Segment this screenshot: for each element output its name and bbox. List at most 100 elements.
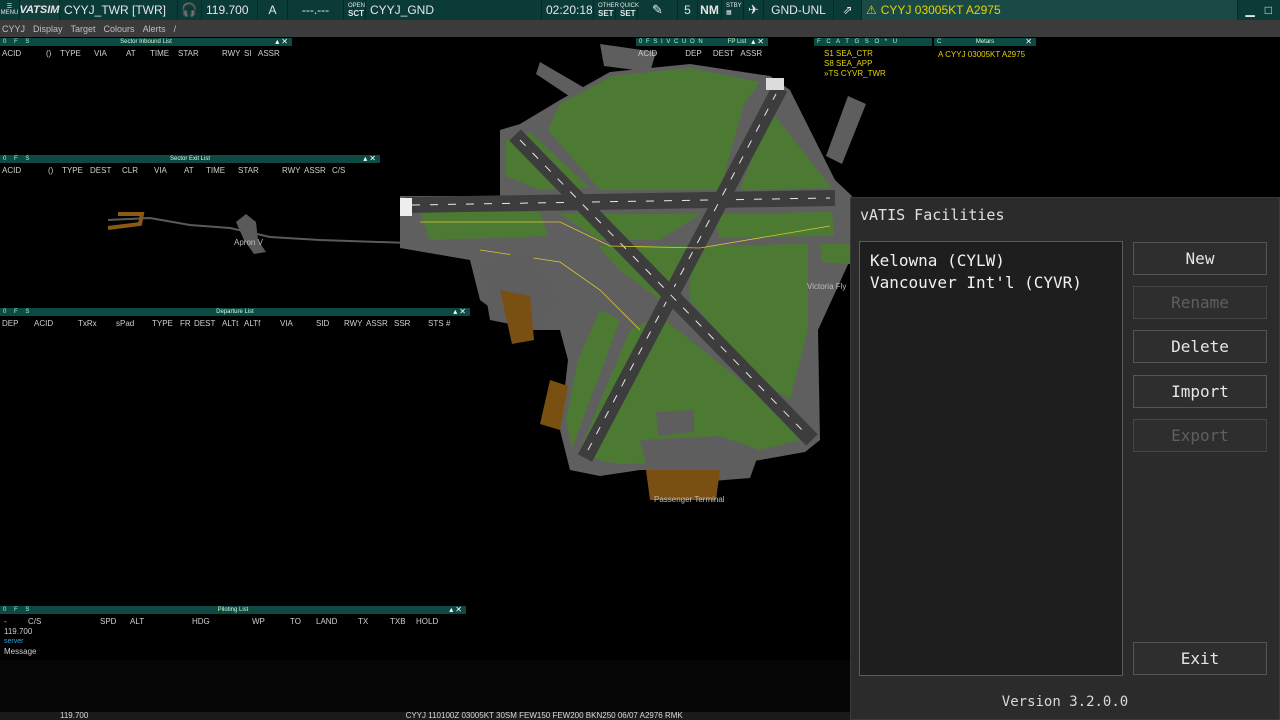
- vatsim-logo: VATSIM: [20, 0, 60, 20]
- close-icon[interactable]: ▴✕: [275, 37, 290, 46]
- fp-title-bar[interactable]: 0 F S I V C U O N FP List ▴✕: [636, 37, 768, 46]
- sector-inbound-list: 0 F S Sector Inbound List ▴✕ ACID () TYP…: [0, 37, 292, 58]
- controller-flags[interactable]: F C A T G S O * U: [814, 39, 899, 45]
- fp-flags[interactable]: 0 F S I V C U O N: [636, 39, 704, 45]
- close-icon[interactable]: ▴✕: [363, 154, 378, 163]
- grass-west-strip: [420, 212, 548, 240]
- clock: 02:20:18: [542, 0, 594, 20]
- menu-bar: CYYJ Display Target Colours Alerts /: [0, 20, 1280, 37]
- facility-item-vancouver[interactable]: Vancouver Int'l (CYVR): [870, 272, 1112, 294]
- open-sct-label: OPEN SCT: [344, 0, 366, 20]
- piloting-server: server: [4, 638, 24, 645]
- sector-exit-list: 0 F S Sector Exit List ▴✕ ACID () TYPE D…: [0, 154, 380, 175]
- close-icon[interactable]: ▴✕: [453, 307, 468, 316]
- apron-v-building: [236, 214, 266, 254]
- warning-icon: ⚠: [866, 3, 877, 17]
- other-set-button[interactable]: OTHER SET: [594, 0, 619, 20]
- departure-list: 0 F S Departure List ▴✕ DEP ACID TxRx sP…: [0, 307, 470, 328]
- threshold-north: [766, 78, 784, 90]
- piloting-title-bar[interactable]: 0 F S Piloting List ▴✕: [0, 605, 466, 614]
- position-indicator[interactable]: CYYJ_TWR [TWR]: [60, 0, 178, 20]
- metars-title: Metars: [975, 39, 995, 45]
- bottom-metar-strip: 119.700 CYYJ 110100Z 03005KT 30SM FEW150…: [0, 712, 850, 720]
- new-button[interactable]: New: [1133, 242, 1267, 275]
- departure-title-bar[interactable]: 0 F S Departure List ▴✕: [0, 307, 470, 316]
- stby-button[interactable]: STBY ▦: [722, 0, 744, 20]
- vatis-facilities-window: vATIS Facilities Kelowna (CYLW) Vancouve…: [850, 197, 1280, 720]
- facility-list[interactable]: Kelowna (CYLW) Vancouver Int'l (CYVR): [859, 241, 1123, 676]
- inbound-columns: ACID () TYPE VIA AT TIME STAR RWY SI ASS…: [2, 49, 280, 58]
- controller-rows: S1 SEA_CTR S8 SEA_APP »TS CYVR_TWR: [814, 46, 932, 79]
- controller-row[interactable]: S1 SEA_CTR: [824, 49, 932, 59]
- threshold-west: [400, 198, 412, 216]
- menu-item-cyyj[interactable]: CYYJ: [2, 24, 25, 34]
- piloting-frequency: 119.700: [4, 627, 33, 636]
- pen-icon[interactable]: ✎: [638, 0, 678, 20]
- metar-text: CYYJ 03005KT A2975: [880, 3, 1001, 17]
- import-button[interactable]: Import: [1133, 375, 1267, 408]
- departure-title: Departure List: [216, 309, 254, 315]
- exit-title: Sector Exit List: [169, 156, 210, 162]
- piloting-message[interactable]: Message: [4, 646, 466, 657]
- menu-item-display[interactable]: Display: [33, 24, 63, 34]
- piloting-columns: - C/S SPD ALT HDG WP TO LAND TX TXB HOLD: [4, 617, 439, 626]
- controller-title-bar[interactable]: F C A T G S O * U: [814, 38, 932, 46]
- menu-item-colours[interactable]: Colours: [104, 24, 135, 34]
- metar-display: ⚠ CYYJ 03005KT A2975: [862, 0, 1238, 20]
- northeast-apron: [826, 96, 866, 164]
- range-count: 5: [678, 0, 698, 20]
- window-controls: ▁ □: [1238, 3, 1280, 17]
- top-status-bar: ☰ MENU VATSIM CYYJ_TWR [TWR] 🎧 119.700 A…: [0, 0, 1280, 20]
- nm-button[interactable]: NM: [698, 0, 722, 20]
- terminal-building: [656, 410, 694, 436]
- menu-item-slash[interactable]: /: [174, 24, 177, 34]
- exit-title-bar[interactable]: 0 F S Sector Exit List ▴✕: [0, 154, 380, 163]
- metars-flags[interactable]: C: [934, 39, 944, 45]
- close-icon[interactable]: ▴✕: [751, 37, 766, 46]
- version-label: Version 3.2.0.0: [1001, 694, 1129, 710]
- menu-item-target[interactable]: Target: [71, 24, 96, 34]
- altitude-filter[interactable]: GND-UNL: [764, 0, 834, 20]
- departure-flags[interactable]: 0 F S: [0, 309, 32, 315]
- exit-button[interactable]: Exit: [1133, 642, 1267, 675]
- bottom-frequency: 119.700: [60, 712, 89, 720]
- departure-columns: DEP ACID TxRx sPad TYPE FR DEST ALTt ALT…: [2, 319, 451, 328]
- plane-icon[interactable]: ✈: [744, 0, 764, 20]
- rename-button[interactable]: Rename: [1133, 286, 1267, 319]
- atis-letter[interactable]: A: [258, 0, 288, 20]
- maximize-icon[interactable]: □: [1265, 3, 1272, 17]
- menu-label: MENU: [0, 10, 19, 16]
- metars-list: C Metars ✕ A CYYJ 03005KT A2975: [934, 37, 1036, 60]
- controller-row[interactable]: »TS CYVR_TWR: [824, 69, 932, 79]
- delete-button[interactable]: Delete: [1133, 330, 1267, 363]
- headset-icon[interactable]: 🎧: [178, 0, 202, 20]
- menu-item-alerts[interactable]: Alerts: [143, 24, 166, 34]
- fp-columns: ACID DEP DEST ASSR: [638, 49, 763, 58]
- minimize-icon[interactable]: ▁: [1246, 3, 1255, 17]
- metar-row: A CYYJ 03005KT A2975: [938, 50, 1026, 59]
- metars-title-bar[interactable]: C Metars ✕: [934, 37, 1036, 46]
- menu-button[interactable]: ☰ MENU: [0, 0, 20, 20]
- piloting-body: 119.700 server Message: [0, 626, 466, 657]
- sector-name[interactable]: CYYJ_GND: [366, 0, 542, 20]
- close-icon[interactable]: ✕: [1025, 37, 1034, 46]
- controller-row[interactable]: S8 SEA_APP: [824, 59, 932, 69]
- passenger-terminal-label: Passenger Terminal: [654, 495, 725, 504]
- export-button[interactable]: Export: [1133, 419, 1267, 452]
- close-icon[interactable]: ▴✕: [449, 605, 464, 614]
- primary-frequency[interactable]: 119.700: [202, 0, 258, 20]
- piloting-flags[interactable]: 0 F S: [0, 607, 32, 613]
- inbound-flags[interactable]: 0 F S: [0, 39, 32, 45]
- piloting-title: Piloting List: [217, 607, 249, 613]
- vatis-title[interactable]: vATIS Facilities: [851, 198, 1279, 231]
- inbound-title-bar[interactable]: 0 F S Sector Inbound List ▴✕: [0, 37, 292, 46]
- arrows-icon[interactable]: ⇗: [834, 0, 862, 20]
- fp-list: 0 F S I V C U O N FP List ▴✕ ACID DEP DE…: [636, 37, 768, 58]
- exit-flags[interactable]: 0 F S: [0, 156, 32, 162]
- secondary-frequency[interactable]: ---.---: [288, 0, 344, 20]
- quick-set-button[interactable]: QUICK SET: [616, 0, 639, 20]
- victoria-label: Victoria Fly: [807, 282, 847, 291]
- apron-v-stand: [107, 212, 145, 230]
- facility-item-kelowna[interactable]: Kelowna (CYLW): [870, 250, 1112, 272]
- message-area[interactable]: [0, 660, 850, 712]
